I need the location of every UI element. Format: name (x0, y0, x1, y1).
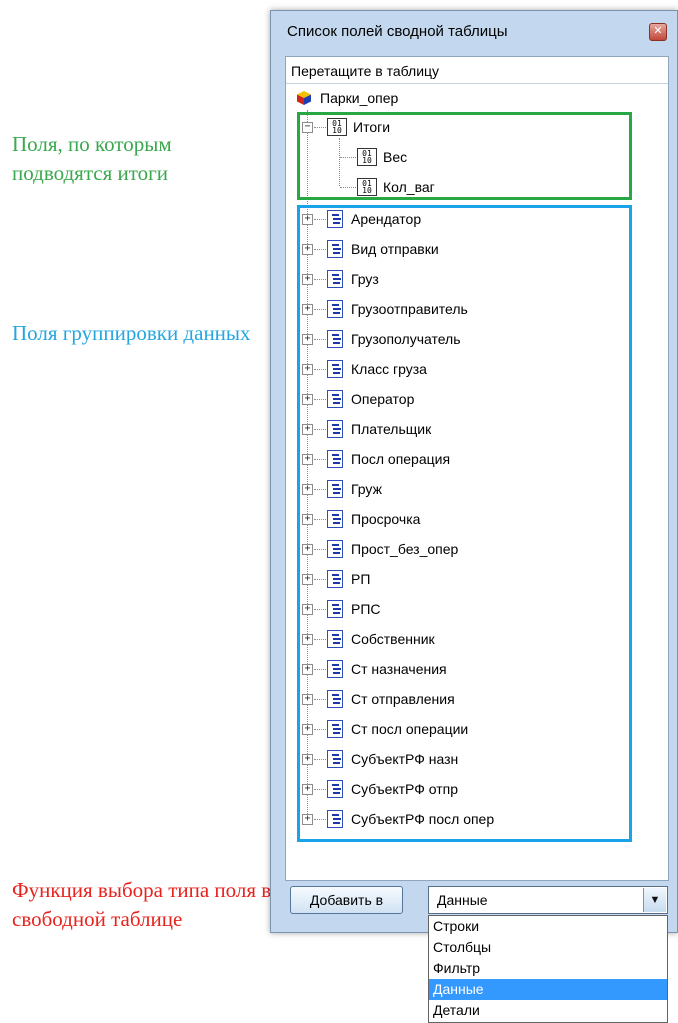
area-select[interactable]: Данные ▼ (428, 886, 668, 914)
cube-icon (296, 90, 312, 106)
close-icon: ✕ (653, 25, 663, 37)
annotation-totals-fields: Поля, по которым подводятся итоги (12, 132, 172, 185)
dropdown-option[interactable]: Столбцы (429, 937, 667, 958)
area-select-value: Данные (437, 892, 488, 908)
title-bar[interactable]: Список полей сводной таблицы ✕ (271, 11, 677, 51)
dropdown-option[interactable]: Данные (429, 979, 667, 1000)
drag-hint-label: Перетащите в таблицу (291, 63, 440, 79)
window-title: Список полей сводной таблицы (287, 23, 508, 40)
annotation-field-type-function: Функция выбора типа поля в свободной таб… (12, 878, 272, 931)
tree-root-item[interactable]: Парки_опер (296, 88, 398, 108)
divider (286, 83, 668, 84)
area-dropdown-list: Строки Столбцы Фильтр Данные Детали (428, 915, 668, 1023)
annotation-grouping-fields: Поля группировки данных (12, 321, 251, 345)
tree-root-label: Парки_опер (320, 90, 399, 106)
dropdown-option[interactable]: Фильтр (429, 958, 667, 979)
totals-highlight-box (297, 112, 632, 200)
dropdown-option[interactable]: Детали (429, 1000, 667, 1021)
dropdown-arrow-icon[interactable]: ▼ (643, 888, 666, 912)
add-to-button[interactable]: Добавить в (290, 886, 403, 914)
close-button[interactable]: ✕ (649, 23, 667, 41)
dropdown-option[interactable]: Строки (429, 916, 667, 937)
grouping-highlight-box (297, 205, 632, 842)
